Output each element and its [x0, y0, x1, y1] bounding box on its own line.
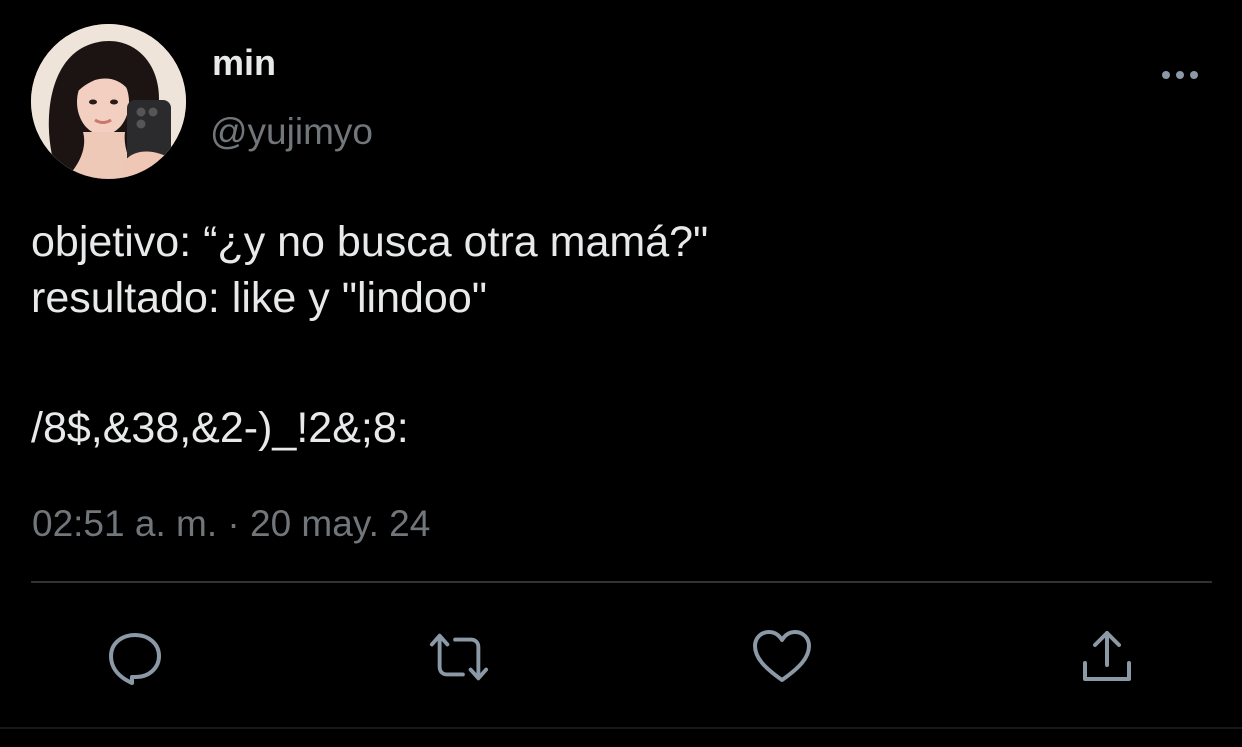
reply-button[interactable] [104, 626, 166, 688]
user-handle[interactable]: @yujimyo [210, 109, 373, 155]
tweet-text: objetivo: “¿y no busca otra mamá?" resul… [31, 214, 1211, 456]
more-options-icon [1162, 71, 1198, 79]
like-icon [753, 630, 811, 682]
tweet-text-line: resultado: like y "lindoo" [31, 274, 487, 322]
avatar[interactable] [31, 24, 186, 179]
bottom-divider [0, 727, 1242, 729]
display-name[interactable]: min [212, 41, 276, 85]
more-options-button[interactable] [1156, 60, 1206, 90]
tweet-text-line: /8$,&38,&2-)_!2&;8: [31, 404, 409, 452]
tweet-card: min @yujimyo objetivo: “¿y no busca otra… [0, 0, 1242, 747]
retweet-icon [429, 633, 489, 681]
avatar-image [31, 24, 186, 179]
divider [31, 581, 1212, 583]
tweet-text-line: objetivo: “¿y no busca otra mamá?" [31, 218, 709, 266]
tweet-date[interactable]: 20 may. 24 [250, 503, 430, 544]
share-icon [1083, 631, 1131, 681]
share-button[interactable] [1076, 626, 1138, 688]
tweet-time[interactable]: 02:51 a. m. [32, 503, 217, 544]
retweet-button[interactable] [428, 626, 490, 688]
reply-icon [109, 633, 161, 685]
like-button[interactable] [751, 626, 813, 688]
tweet-timestamp: 02:51 a. m. · 20 may. 24 [32, 502, 430, 546]
meta-separator: · [227, 503, 240, 544]
